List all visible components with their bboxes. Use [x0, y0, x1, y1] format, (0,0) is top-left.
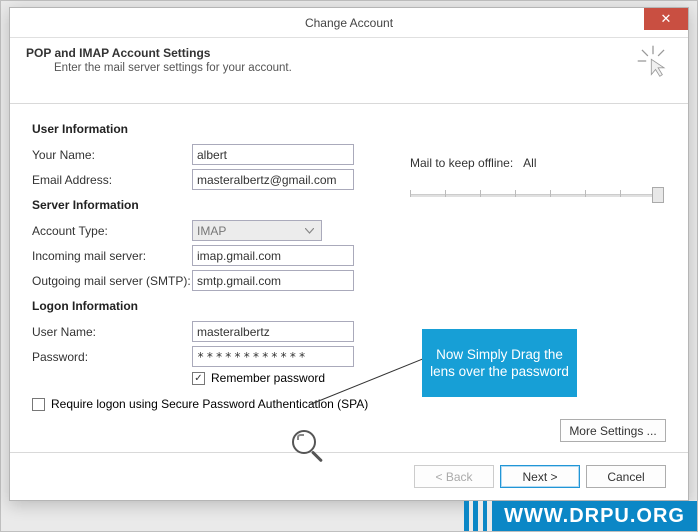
- change-account-dialog: Change Account ✕ POP and IMAP Account Se…: [9, 7, 689, 501]
- account-type-label: Account Type:: [32, 224, 192, 238]
- slider-thumb[interactable]: [652, 187, 664, 203]
- magnifier-lens-icon[interactable]: [292, 430, 316, 454]
- more-settings-button[interactable]: More Settings ...: [560, 419, 666, 442]
- header-title: POP and IMAP Account Settings: [26, 46, 672, 60]
- mail-keep-slider[interactable]: [410, 180, 658, 206]
- cancel-button[interactable]: Cancel: [586, 465, 666, 488]
- mail-keep-value: All: [523, 156, 536, 170]
- username-label: User Name:: [32, 325, 192, 339]
- account-type-select: IMAP: [192, 220, 322, 241]
- section-logon-information: Logon Information: [32, 299, 666, 313]
- dialog-footer: < Back Next > Cancel: [10, 452, 688, 500]
- password-label: Password:: [32, 350, 192, 364]
- next-button[interactable]: Next >: [500, 465, 580, 488]
- watermark-text: WWW.DRPU.ORG: [492, 501, 697, 531]
- close-button[interactable]: ✕: [644, 8, 688, 30]
- your-name-label: Your Name:: [32, 148, 192, 162]
- your-name-input[interactable]: [192, 144, 354, 165]
- callout-text: Now Simply Drag the lens over the passwo…: [428, 346, 571, 380]
- spa-checkbox[interactable]: [32, 398, 45, 411]
- incoming-server-input[interactable]: [192, 245, 354, 266]
- remember-password-checkbox[interactable]: ✓: [192, 372, 205, 385]
- username-input[interactable]: [192, 321, 354, 342]
- mail-keep-label: Mail to keep offline:: [410, 156, 513, 170]
- header-subtitle: Enter the mail server settings for your …: [54, 62, 672, 74]
- dialog-header: POP and IMAP Account Settings Enter the …: [10, 38, 688, 104]
- email-label: Email Address:: [32, 173, 192, 187]
- checkmark-icon: ✓: [194, 373, 202, 384]
- offline-settings: Mail to keep offline: All: [410, 156, 660, 206]
- dialog-title: Change Account: [305, 16, 393, 30]
- cursor-sparkle-icon: [636, 44, 670, 78]
- instruction-callout: Now Simply Drag the lens over the passwo…: [422, 329, 577, 397]
- outgoing-server-input[interactable]: [192, 270, 354, 291]
- dialog-body: User Information Your Name: Email Addres…: [10, 104, 688, 452]
- titlebar: Change Account ✕: [10, 8, 688, 38]
- back-button: < Back: [414, 465, 494, 488]
- email-input[interactable]: [192, 169, 354, 190]
- password-input[interactable]: [192, 346, 354, 367]
- section-user-information: User Information: [32, 122, 666, 136]
- close-icon: ✕: [661, 11, 672, 27]
- chevron-down-icon: [301, 223, 317, 239]
- remember-password-label: Remember password: [211, 371, 325, 385]
- incoming-server-label: Incoming mail server:: [32, 249, 192, 263]
- watermark: WWW.DRPU.ORG: [464, 501, 697, 531]
- outgoing-server-label: Outgoing mail server (SMTP):: [32, 274, 192, 288]
- account-type-value: IMAP: [197, 224, 226, 238]
